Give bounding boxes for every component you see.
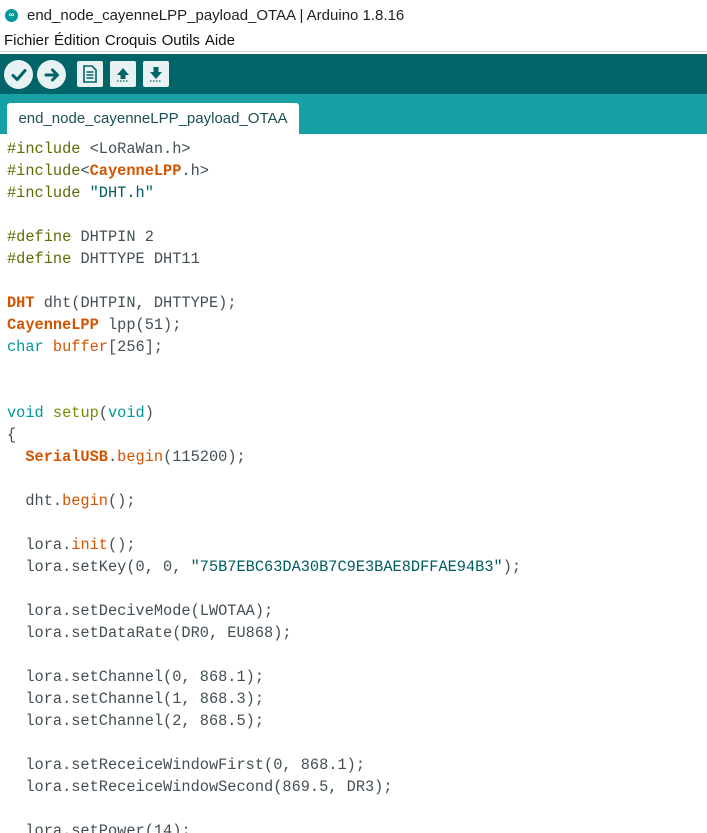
code-token: dht(DHTPIN, DHTTYPE); xyxy=(34,294,237,312)
code-token: ) xyxy=(144,404,154,422)
code-token: buffer xyxy=(52,338,108,356)
code-line[interactable]: lora.setDeciveMode(LWOTAA); xyxy=(7,600,273,622)
code-line[interactable]: char buffer[256]; xyxy=(7,336,163,358)
code-token: <LoRaWan.h> xyxy=(89,140,191,158)
code-token: (); xyxy=(107,536,136,554)
code-token: char xyxy=(7,338,44,356)
menu-croquis[interactable]: Croquis xyxy=(105,32,157,49)
code-token: CayenneLPP xyxy=(7,316,99,334)
code-line[interactable]: void setup(void) xyxy=(7,402,154,424)
code-token: lora.setChannel(0, 868.1); xyxy=(7,668,265,686)
tab-sketch[interactable]: end_node_cayenneLPP_payload_OTAA xyxy=(7,103,299,134)
menu-outils[interactable]: Outils xyxy=(162,32,200,49)
code-token: lpp(51); xyxy=(98,316,182,334)
menu-fichier[interactable]: Fichier xyxy=(4,32,49,49)
code-token: ); xyxy=(502,558,522,576)
checkmark-icon xyxy=(11,68,26,81)
code-token: < xyxy=(80,162,90,180)
code-line[interactable]: #define DHTPIN 2 xyxy=(7,226,154,248)
code-token: #include xyxy=(7,184,90,202)
save-button[interactable] xyxy=(143,61,169,87)
arduino-logo-icon: ∞ xyxy=(5,8,18,22)
code-token: #include xyxy=(7,162,81,180)
new-file-icon xyxy=(83,65,97,83)
arrow-up-icon xyxy=(117,68,129,82)
code-token: .h> xyxy=(181,162,209,180)
code-line[interactable]: lora.setPower(14); xyxy=(7,820,191,833)
code-token: "DHT.h" xyxy=(89,184,154,202)
code-token: lora.setReceiceWindowFirst(0, 868.1); xyxy=(7,756,366,774)
code-token: #define xyxy=(7,228,81,246)
code-token: lora. xyxy=(7,536,72,554)
menu-edition[interactable]: Édition xyxy=(54,32,100,49)
code-line[interactable]: lora.setKey(0, 0, "75B7EBC63DA30B7C9E3BA… xyxy=(7,556,521,578)
code-token: lora.setChannel(2, 868.5); xyxy=(7,712,265,730)
toolbar xyxy=(0,54,707,94)
title-bar: ∞ end_node_cayenneLPP_payload_OTAA | Ard… xyxy=(0,0,707,30)
code-line[interactable]: #define DHTTYPE DHT11 xyxy=(7,248,200,270)
code-token: begin xyxy=(117,448,164,466)
code-token: void xyxy=(108,404,145,422)
menu-aide[interactable]: Aide xyxy=(205,32,235,49)
tab-bar: end_node_cayenneLPP_payload_OTAA xyxy=(0,94,707,134)
code-token: lora.setKey(0, 0, xyxy=(7,558,191,576)
code-token: lora.setDataRate(DR0, EU868); xyxy=(7,624,292,642)
code-token: (115200); xyxy=(163,448,246,466)
code-token: dht. xyxy=(7,492,63,510)
code-line[interactable]: lora.setReceiceWindowSecond(869.5, DR3); xyxy=(7,776,393,798)
code-line[interactable]: lora.setChannel(2, 868.5); xyxy=(7,710,264,732)
arrow-down-icon xyxy=(150,67,162,82)
upload-button[interactable] xyxy=(37,60,66,89)
code-line[interactable]: #include <LoRaWan.h> xyxy=(7,138,191,160)
code-token: (); xyxy=(107,492,136,510)
code-line[interactable]: lora.setChannel(1, 868.3); xyxy=(7,688,264,710)
code-token: #define xyxy=(7,250,81,268)
code-token: . xyxy=(107,448,118,466)
code-line[interactable]: lora.setChannel(0, 868.1); xyxy=(7,666,264,688)
menu-bar: Fichier Édition Croquis Outils Aide xyxy=(0,30,707,52)
code-token: lora.setDeciveMode(LWOTAA); xyxy=(7,602,274,620)
code-token: lora.setPower(14); xyxy=(7,822,191,833)
code-token: "75B7EBC63DA30B7C9E3BAE8DFFAE94B3" xyxy=(190,558,503,576)
code-line[interactable]: #include<CayenneLPP.h> xyxy=(7,160,209,182)
code-line[interactable]: DHT dht(DHTPIN, DHTTYPE); xyxy=(7,292,237,314)
code-token: #include xyxy=(7,140,90,158)
code-token: [256]; xyxy=(107,338,164,356)
code-token: SerialUSB xyxy=(25,448,108,466)
code-token: void xyxy=(7,404,44,422)
code-token: lora.setReceiceWindowSecond(869.5, DR3); xyxy=(7,778,393,796)
code-token: begin xyxy=(62,492,108,510)
code-token: init xyxy=(71,536,108,554)
window-title: end_node_cayenneLPP_payload_OTAA | Ardui… xyxy=(27,6,405,24)
code-token: ( xyxy=(98,404,108,422)
arrow-right-icon xyxy=(44,68,59,81)
code-line[interactable]: lora.setReceiceWindowFirst(0, 868.1); xyxy=(7,754,365,776)
code-line[interactable]: #include "DHT.h" xyxy=(7,182,154,204)
code-line[interactable]: { xyxy=(7,424,16,446)
code-line[interactable]: lora.setDataRate(DR0, EU868); xyxy=(7,622,292,644)
code-line[interactable]: lora.init(); xyxy=(7,534,136,556)
code-editor[interactable]: #include <LoRaWan.h> #include<CayenneLPP.… xyxy=(0,134,707,833)
open-button[interactable] xyxy=(110,61,136,87)
code-token: CayenneLPP xyxy=(89,162,182,180)
code-token: lora.setChannel(1, 868.3); xyxy=(7,690,265,708)
new-button[interactable] xyxy=(77,61,103,87)
code-line[interactable]: SerialUSB.begin(115200); xyxy=(7,446,246,468)
code-token: DHTTYPE DHT11 xyxy=(80,250,200,268)
code-token: DHTPIN 2 xyxy=(80,228,154,246)
code-line[interactable]: dht.begin(); xyxy=(7,490,136,512)
code-token: setup xyxy=(52,404,99,422)
code-token: DHT xyxy=(7,294,35,312)
verify-button[interactable] xyxy=(4,60,33,89)
code-token: { xyxy=(7,426,17,444)
code-line[interactable]: CayenneLPP lpp(51); xyxy=(7,314,181,336)
